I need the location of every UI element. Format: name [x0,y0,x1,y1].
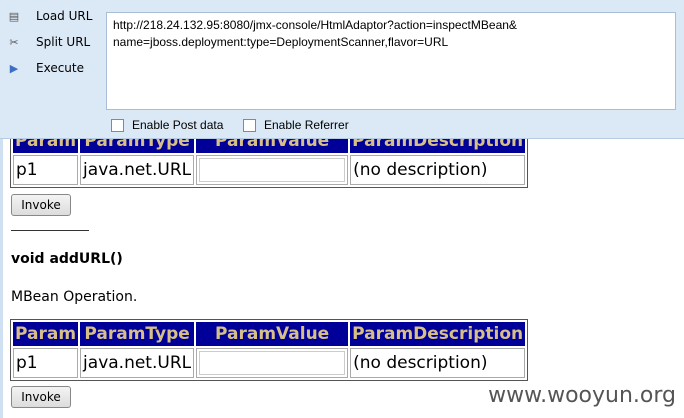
param-value-cell [196,348,349,378]
header-paramtype: ParamType [80,322,195,346]
param-name: p1 [13,348,79,378]
param-description: (no description) [350,155,526,185]
params-table-2: Param ParamType ParamValue ParamDescription… [10,319,529,381]
divider [11,230,89,231]
execute-button[interactable]: ▶ Execute [6,60,84,76]
invoke-button[interactable]: Invoke [11,194,71,216]
header-paramvalue: ParamValue [196,322,349,346]
table-row: p1 java.net.URL (no description) [13,348,526,378]
operation-signature: void addURL() [11,251,123,267]
split-url-button[interactable]: ✂ Split URL [6,34,90,50]
enable-referrer-checkbox[interactable]: Enable Referrer [243,118,349,132]
load-label: Load URL [36,9,93,23]
scissors-icon: ✂ [9,35,19,49]
load-url-button[interactable]: ▤ Load URL [6,8,93,24]
play-icon: ▶ [9,61,19,75]
header-paramdescription: ParamDescription [350,322,526,346]
operation-description: MBean Operation. [11,289,138,305]
param-description: (no description) [350,348,526,378]
header-param: Param [13,322,79,346]
table-row: p1 java.net.URL (no description) [13,155,526,185]
param-value-input[interactable] [199,351,346,375]
watermark: www.wooyun.org [488,383,676,408]
enable-post-checkbox[interactable]: Enable Post data [111,118,223,132]
param-type: java.net.URL [80,155,195,185]
param-value-cell [196,155,349,185]
hackbar-toolbar: ▤ Load URL ✂ Split URL ▶ Execute http://218… [0,0,684,139]
param-name: p1 [13,155,79,185]
param-value-input[interactable] [199,158,346,182]
post-label: Enable Post data [132,118,224,132]
param-type: java.net.URL [80,348,195,378]
left-border [0,138,3,418]
load-icon: ▤ [8,9,20,23]
referrer-label: Enable Referrer [264,118,349,132]
url-textarea[interactable]: http://218.24.132.95:8080/jmx-console/Ht… [106,12,676,110]
split-label: Split URL [36,35,91,49]
invoke-button[interactable]: Invoke [11,386,71,408]
execute-label: Execute [36,61,84,75]
